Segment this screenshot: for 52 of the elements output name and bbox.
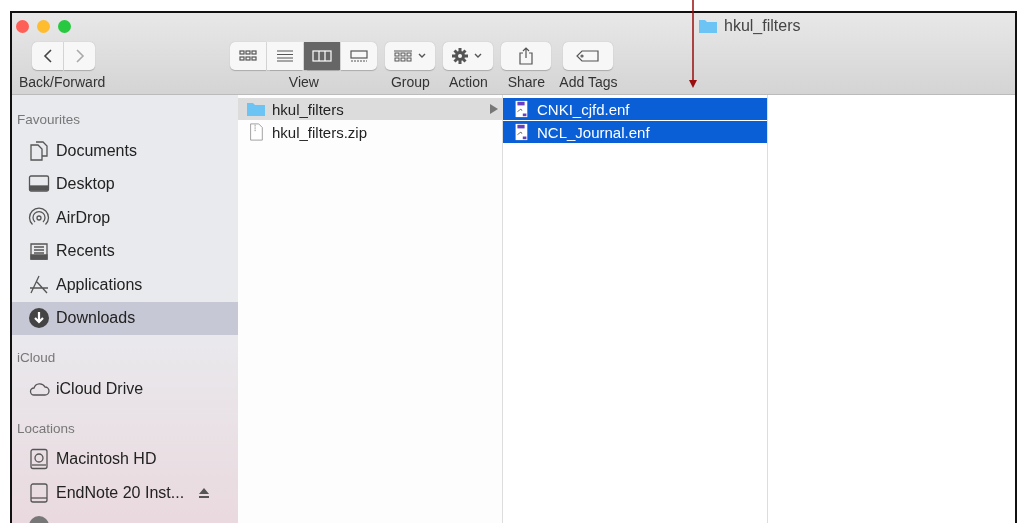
document-icon (28, 139, 50, 162)
sidebar-item[interactable]: Desktop (12, 167, 238, 201)
download-icon (28, 307, 50, 330)
file-row[interactable]: hkul_filters.zip (238, 121, 502, 143)
drive-icon (28, 481, 50, 504)
tray-icon (28, 240, 50, 263)
sidebar-item[interactable]: Applications (12, 268, 238, 302)
file-row[interactable]: CNKI_cjfd.enf (503, 98, 767, 120)
view-mode-button[interactable] (230, 42, 267, 70)
folder-icon (698, 18, 718, 34)
close-button[interactable] (16, 19, 29, 33)
window-title: hkul_filters (724, 17, 801, 35)
group-icon (393, 50, 428, 62)
folder-icon (246, 100, 266, 118)
back-button[interactable] (32, 42, 63, 70)
view-mode-button[interactable] (267, 42, 304, 70)
zoom-button[interactable] (58, 19, 71, 33)
toolbar-label: Back/Forward (19, 74, 106, 90)
sidebar-item[interactable]: Downloads (12, 301, 238, 335)
action-button[interactable] (443, 42, 494, 70)
toolbar-label: Share (507, 74, 546, 90)
toolbar-label: Action (448, 74, 488, 90)
add-tags-button[interactable] (563, 42, 614, 70)
tag-icon (576, 50, 601, 62)
sidebar-item[interactable]: AirDrop (12, 201, 238, 235)
view-mode-button[interactable] (341, 42, 378, 70)
sidebar-heading: Locations (16, 419, 76, 438)
group-button[interactable] (385, 42, 436, 70)
file-row[interactable]: hkul_filters (238, 98, 502, 120)
gallery-icon (349, 50, 370, 62)
toolbar-label: Group (390, 74, 430, 90)
sidebar-item[interactable]: Documents (12, 134, 238, 168)
share-icon (519, 47, 534, 65)
share-button[interactable] (501, 42, 552, 70)
sidebar-heading: Favourites (16, 111, 82, 129)
chevron-left-icon (42, 49, 53, 63)
sidebar-item[interactable]: EndNote 20 Inst... (12, 476, 238, 510)
file-row[interactable]: NCL_Journal.enf (503, 121, 767, 143)
chevron-right-icon (74, 49, 85, 63)
sidebar-item[interactable]: iCloud Drive (12, 372, 238, 406)
sidebar-item[interactable]: Macintosh HD (12, 442, 238, 476)
list-icon (275, 50, 296, 62)
toolbar-label: Add Tags (559, 74, 618, 90)
sidebar-heading: iCloud (16, 349, 57, 367)
grid-icon (238, 50, 259, 62)
eject-icon[interactable] (198, 486, 211, 499)
columns-icon (312, 50, 333, 62)
sidebar-item[interactable]: Recents (12, 234, 238, 268)
forward-button[interactable] (64, 42, 95, 70)
applications-icon (28, 273, 50, 296)
toolbar-label: View (288, 74, 319, 90)
view-mode-button[interactable] (304, 42, 341, 70)
